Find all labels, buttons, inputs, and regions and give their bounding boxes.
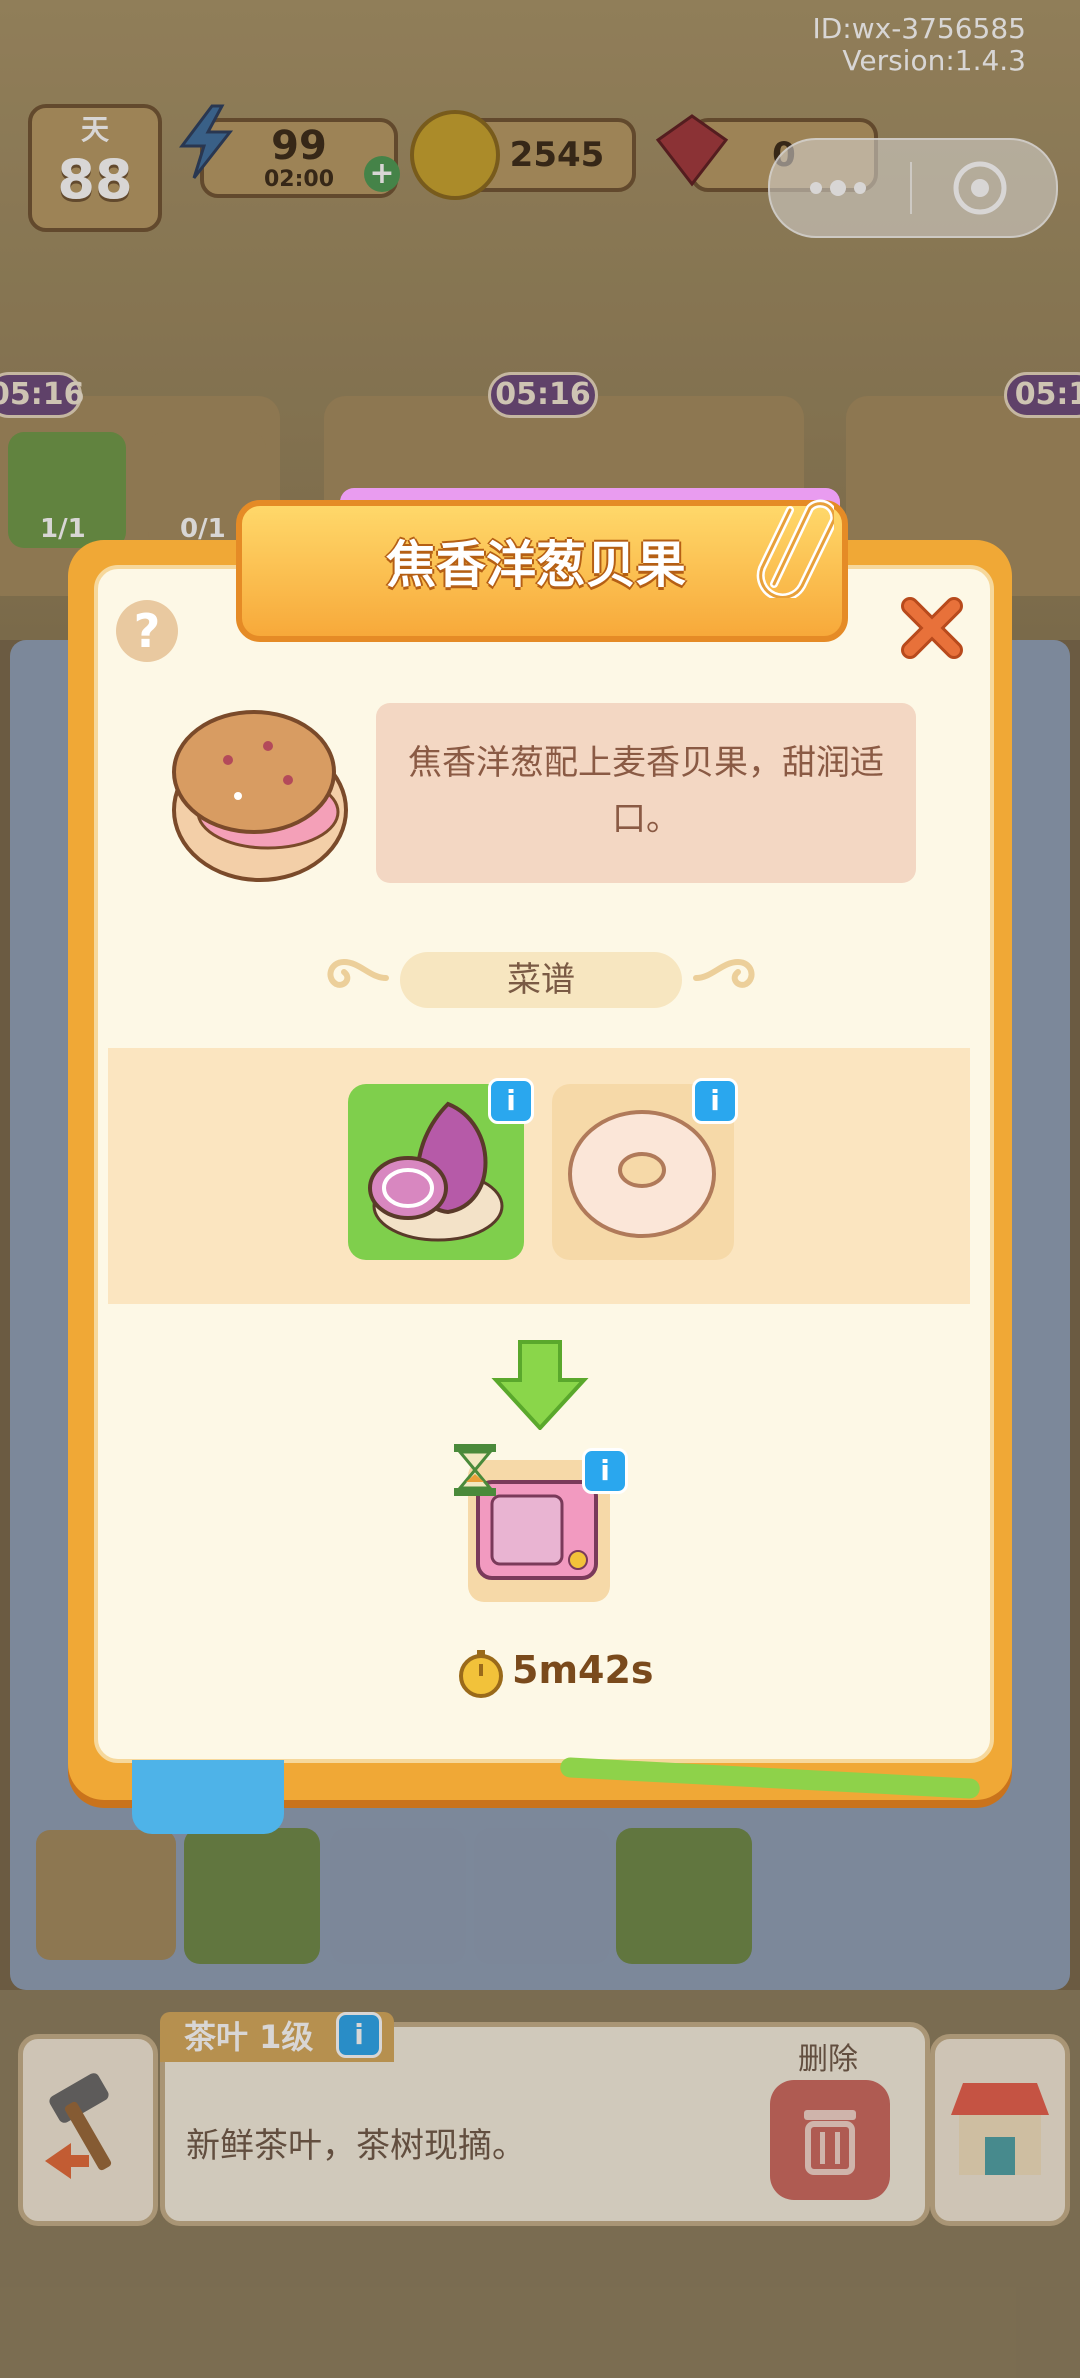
bottom-tab-decoration	[132, 1760, 284, 1834]
hourglass-icon	[448, 1440, 502, 1500]
stopwatch-icon	[456, 1648, 506, 1698]
close-icon	[901, 597, 963, 659]
help-button[interactable]: ?	[116, 600, 178, 662]
onion-bagel-icon	[168, 700, 358, 890]
right-swirl-decoration	[692, 948, 772, 1008]
ingredient-2-info-icon[interactable]: i	[692, 1078, 738, 1124]
left-swirl-decoration	[310, 948, 390, 1008]
ingredients-row	[108, 1048, 970, 1304]
cook-time: 5m42s	[512, 1648, 654, 1692]
machine-info-icon[interactable]: i	[582, 1448, 628, 1494]
ingredient-1-info-icon[interactable]: i	[488, 1078, 534, 1124]
recipe-description: 焦香洋葱配上麦香贝果，甜润适口。	[408, 743, 884, 839]
down-arrow-icon	[490, 1340, 590, 1431]
close-button[interactable]	[896, 592, 968, 664]
recipe-label: 菜谱	[400, 952, 682, 1008]
paperclip-icon	[744, 488, 839, 602]
